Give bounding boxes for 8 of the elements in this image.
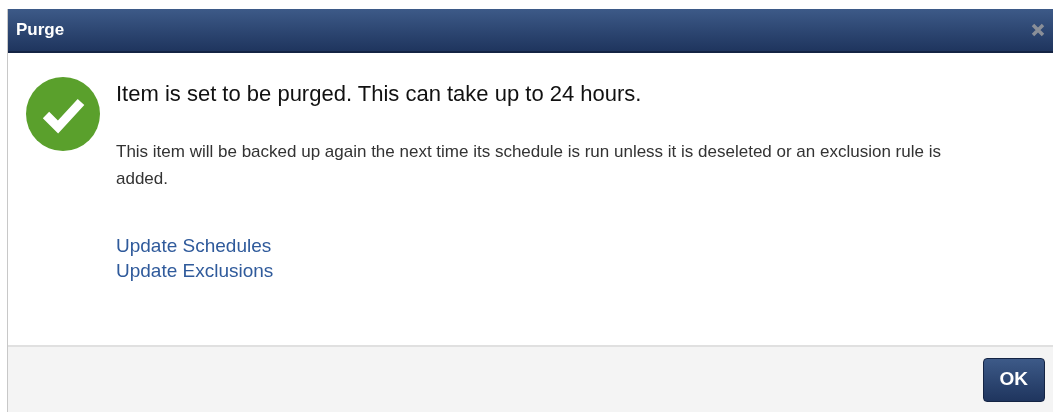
message-heading: Item is set to be purged. This can take up to 24 hours. <box>116 80 643 108</box>
window-title: Purge <box>16 19 65 42</box>
close-icon[interactable] <box>1031 23 1045 37</box>
check-circle-icon <box>26 77 100 151</box>
text-link[interactable]: Update Schedules <box>116 233 272 258</box>
text-link[interactable]: Update Exclusions <box>116 258 274 283</box>
message-detail: This item will be backed up again the next time its schedule is run unless it is deseleted or an exclusion rule is added. <box>116 141 942 190</box>
ok-button[interactable]: OK <box>982 357 1045 402</box>
